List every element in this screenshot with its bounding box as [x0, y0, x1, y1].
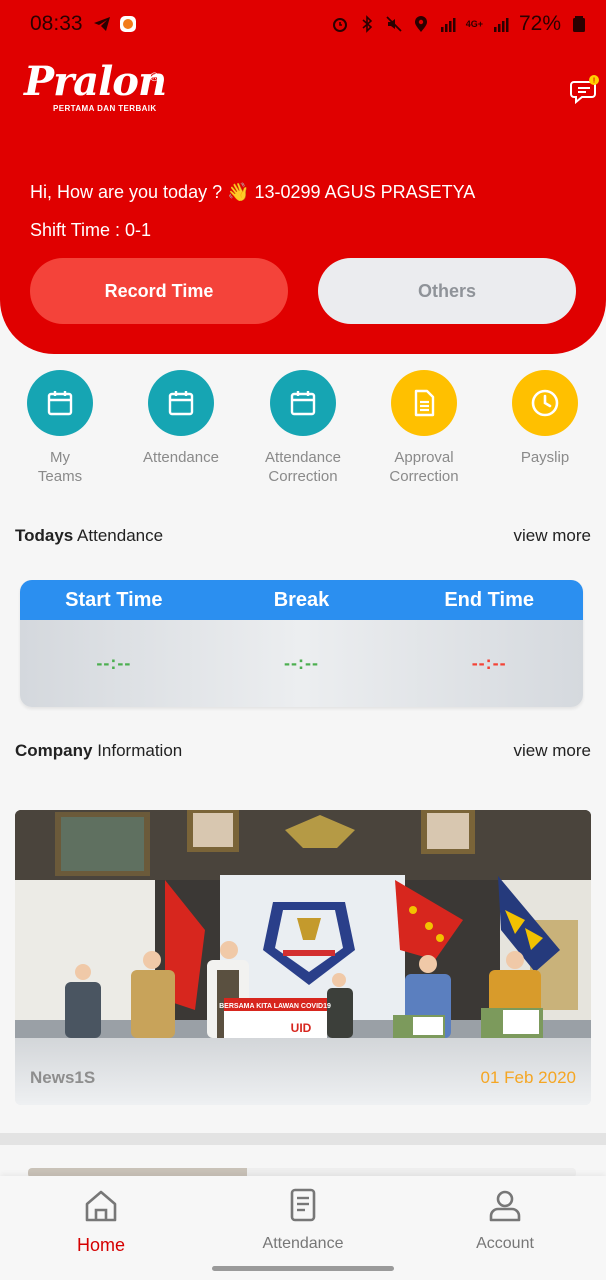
start-time-label: Start Time: [65, 588, 163, 611]
shift-time: Shift Time : 0-1: [30, 220, 152, 240]
menu-icon-circle: [512, 370, 578, 436]
company-information-header: Company Information view more: [15, 741, 591, 761]
chat-notification-icon[interactable]: !: [570, 74, 600, 104]
record-time-button[interactable]: Record Time: [30, 258, 288, 324]
attendance-doc-icon: [290, 1188, 316, 1222]
start-time-value: --:--: [96, 653, 132, 673]
menu-attendance[interactable]: Attendance: [121, 370, 241, 467]
company-view-more-link[interactable]: view more: [514, 741, 591, 761]
banner-sub: UID: [291, 1021, 312, 1035]
section-title: Company Information: [15, 741, 183, 760]
logo-text: Pralon: [24, 58, 167, 105]
menu-icon-circle: [27, 370, 93, 436]
menu-label: Attendance Correction: [265, 449, 341, 485]
signal-icon: [440, 18, 456, 32]
menu-label: Payslip: [520, 449, 570, 466]
end-time-value: --:--: [471, 653, 507, 673]
menu-icon-circle: [391, 370, 457, 436]
registered-mark: ®: [150, 70, 159, 84]
logo-tagline: PERTAMA DAN TERBAIK: [53, 104, 157, 113]
section-title: Todays Attendance: [15, 526, 164, 545]
app-notification-icon: [119, 16, 136, 32]
location-icon: [414, 16, 427, 32]
menu-label: Approval Correction: [389, 449, 459, 485]
attendance-card: Start Time Break End Time --:-- --:-- --…: [20, 580, 583, 707]
nav-home-label: Home: [76, 1235, 125, 1255]
status-right-icons: 4G+ 72%: [331, 12, 588, 36]
svg-text:!: !: [593, 78, 595, 85]
news-source: News1S: [30, 1068, 96, 1087]
calendar-icon: [168, 391, 194, 416]
menu-label: Attendance: [143, 449, 219, 466]
todays-attendance-header: Todays Attendance view more: [15, 526, 591, 546]
break-value: --:--: [284, 653, 319, 673]
others-button[interactable]: Others: [318, 258, 576, 324]
calendar-icon: [290, 391, 316, 416]
menu-payslip[interactable]: Payslip: [485, 370, 605, 467]
menu-approval-correction[interactable]: Approval Correction: [364, 370, 484, 486]
battery-percent: 72%: [518, 12, 561, 35]
battery-icon: [573, 16, 585, 32]
header: Pralon ® PERTAMA DAN TERBAIK ! Hi, How a…: [0, 48, 606, 354]
quick-menu: My Teams Attendance Attendance Correction …: [0, 370, 606, 490]
greeting-text: Hi, How are you today ? 👋 13-0299 AGUS P…: [30, 182, 476, 202]
attendance-view-more-link[interactable]: view more: [514, 526, 591, 546]
menu-icon-circle: [148, 370, 214, 436]
app-screen: 08:33 4G+ 72% Pralon ® PERTAMA DAN TERBA…: [0, 0, 606, 1280]
telegram-icon: [93, 17, 110, 31]
menu-my-teams[interactable]: My Teams: [0, 370, 120, 486]
status-bar: 08:33 4G+ 72%: [0, 0, 606, 48]
break-label: Break: [273, 588, 330, 611]
bottom-navigation: Home Attendance Account: [0, 1176, 606, 1280]
news-card-footer: News1S 01 Feb 2020: [15, 1038, 591, 1105]
home-icon: [85, 1190, 117, 1222]
mute-icon: [386, 16, 402, 32]
news-card[interactable]: BERSAMA KITA LAWAN COVID19 UID News1S 01…: [15, 810, 591, 1105]
status-time: 08:33: [30, 12, 83, 35]
document-icon: [414, 389, 435, 417]
system-home-indicator[interactable]: [212, 1266, 394, 1271]
section-divider: [0, 1133, 606, 1145]
nav-account[interactable]: Account: [440, 1186, 570, 1253]
pralon-logo: Pralon ® PERTAMA DAN TERBAIK: [24, 58, 167, 114]
bluetooth-icon: [362, 15, 372, 33]
attendance-values: --:-- --:-- --:--: [20, 620, 583, 707]
banner-text: BERSAMA KITA LAWAN COVID19: [219, 1003, 331, 1010]
account-icon: [489, 1190, 521, 1222]
news-photo: BERSAMA KITA LAWAN COVID19 UID: [15, 810, 591, 1040]
end-time-label: End Time: [444, 588, 534, 611]
menu-label: My Teams: [37, 449, 83, 485]
nav-home[interactable]: Home: [36, 1186, 166, 1256]
nav-attendance[interactable]: Attendance: [238, 1186, 368, 1253]
nav-account-label: Account: [476, 1235, 534, 1252]
news-date: 01 Feb 2020: [480, 1068, 576, 1087]
nav-attendance-label: Attendance: [262, 1235, 344, 1252]
menu-icon-circle: [270, 370, 336, 436]
network-type: 4G+: [465, 19, 483, 29]
menu-attendance-correction[interactable]: Attendance Correction: [243, 370, 363, 486]
clock-icon: [531, 389, 559, 417]
alarm-icon: [332, 18, 347, 32]
status-left-icons: [93, 15, 137, 33]
signal-icon-2: [493, 18, 509, 32]
attendance-card-header: Start Time Break End Time: [20, 580, 583, 620]
calendar-icon: [47, 391, 73, 416]
